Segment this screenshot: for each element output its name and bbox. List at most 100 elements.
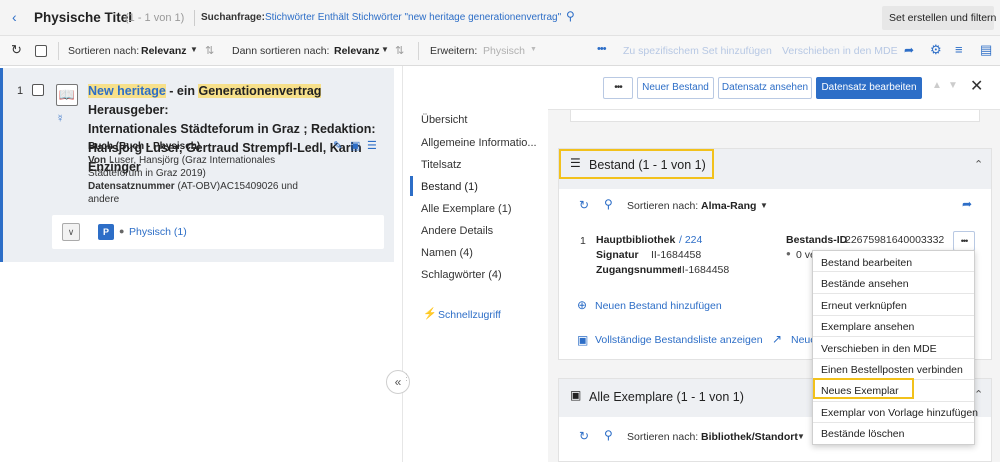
menu-item-edit-holding[interactable]: Bestand bearbeiten — [821, 257, 912, 269]
bestand-export-icon[interactable]: ➦ — [962, 197, 972, 211]
holding-library: Hauptbibliothek — [596, 234, 676, 246]
exemplare-title: Alle Exemplare (1 - 1 von 1) — [589, 390, 744, 404]
then-sort-chevron-icon: ▼ — [381, 45, 389, 54]
menu-item-relink[interactable]: Erneut verknüpfen — [821, 300, 907, 312]
close-icon[interactable]: ✕ — [970, 76, 983, 96]
title-highlight-1[interactable]: New heritage — [88, 84, 166, 98]
bestand-search-icon[interactable]: ⚲ — [604, 197, 613, 211]
nav-item-titelsatz[interactable]: Titelsatz — [421, 159, 462, 171]
more-options-button[interactable]: ••• — [603, 77, 633, 99]
select-all-checkbox[interactable] — [35, 45, 47, 57]
query-label: Suchanfrage: — [201, 12, 265, 23]
query-text[interactable]: Stichwörter Enthält Stichwörter "new her… — [265, 12, 561, 23]
gear-icon[interactable]: ⚙ — [930, 42, 942, 58]
nav-item-namen[interactable]: Namen (4) — [421, 247, 473, 259]
bestand-collapse-icon[interactable]: ⌃ — [974, 158, 983, 171]
more-actions-icon[interactable]: ••• — [597, 43, 607, 55]
quick-access-link[interactable]: Schnellzugriff — [438, 309, 501, 321]
nav-item-general-info[interactable]: Allgemeine Informatio... — [421, 137, 537, 149]
back-arrow-icon[interactable]: ‹ — [12, 9, 17, 25]
status-dot-icon: ● — [786, 249, 791, 258]
signatur-value: II-1684458 — [651, 249, 702, 261]
creator-line-2: Städteforum in Graz 2019) — [88, 168, 206, 179]
exemplare-collapse-icon[interactable]: ⌃ — [974, 388, 983, 401]
menu-separator — [813, 315, 974, 316]
toolbar-divider — [58, 42, 59, 60]
add-holding-link[interactable]: Neuen Bestand hinzufügen — [595, 300, 722, 312]
external-link-icon: ↗ — [772, 332, 783, 346]
translate-icon[interactable]: ✎ — [333, 139, 342, 152]
then-sort-select[interactable]: Relevanz — [334, 45, 380, 57]
menu-separator — [813, 293, 974, 294]
menu-separator — [813, 401, 974, 402]
expand-chevron-icon[interactable]: ∨ — [62, 223, 80, 241]
exemplare-sort-select[interactable]: Bibliothek/Standort — [701, 431, 798, 443]
material-type: Buch (Buch - Physisch) — [88, 141, 201, 152]
list-view-icon[interactable]: ≡ — [955, 42, 963, 57]
lightning-icon: ⚡ — [423, 308, 437, 320]
menu-separator — [813, 358, 974, 359]
holding-row-number: 1 — [580, 235, 586, 247]
creator-value: Luser, Hansjörg (Graz Internationales — [108, 155, 276, 166]
exemplare-search-icon[interactable]: ⚲ — [604, 428, 613, 442]
holding-row-menu-button[interactable]: ••• — [953, 231, 975, 251]
menu-item-link-po-line[interactable]: Einen Bestellposten verbinden — [821, 364, 963, 376]
export-icon[interactable]: ➦ — [904, 43, 914, 57]
menu-item-move-mde[interactable]: Verschieben in den MDE — [821, 343, 937, 355]
menu-item-view-holdings[interactable]: Bestände ansehen — [821, 278, 909, 290]
holdings-icon[interactable]: ☰ — [367, 139, 377, 152]
sort-select[interactable]: Relevanz — [141, 45, 187, 57]
header-divider — [194, 10, 195, 26]
availability-dot-icon: ● — [119, 226, 125, 236]
pane-divider — [402, 66, 403, 462]
then-sort-direction-icon[interactable]: ⇅ — [395, 44, 404, 57]
menu-separator — [813, 336, 974, 337]
edit-query-icon[interactable]: ⚲ — [566, 9, 575, 23]
table-view-icon[interactable]: ▤ — [980, 42, 992, 58]
add-circle-icon: ⊕ — [577, 298, 588, 312]
bestand-refresh-icon[interactable]: ↻ — [579, 198, 589, 212]
nav-down-icon[interactable]: ▼ — [948, 80, 958, 91]
expand-select[interactable]: Physisch — [483, 45, 525, 57]
record-line-2: andere — [88, 194, 120, 205]
nav-item-schlagwoerter[interactable]: Schlagwörter (4) — [421, 269, 502, 281]
menu-item-view-items[interactable]: Exemplare ansehen — [821, 321, 914, 333]
refresh-icon[interactable]: ↻ — [11, 42, 22, 58]
expand-label: Erweitern: — [430, 45, 478, 57]
creator-block: Von Luser, Hansjörg (Graz Internationale… — [88, 154, 318, 206]
bestands-id-label: Bestands-ID — [786, 234, 848, 246]
physical-link[interactable]: Physisch (1) — [129, 226, 187, 238]
exemplare-refresh-icon[interactable]: ↻ — [579, 429, 589, 443]
sort-direction-icon[interactable]: ⇅ — [205, 44, 214, 57]
menu-item-add-from-template[interactable]: Exemplar von Vorlage hinzufügen — [821, 407, 978, 419]
add-to-set-button[interactable]: Zu spezifischem Set hinzufügen — [623, 45, 772, 57]
nav-item-alle-exemplare[interactable]: Alle Exemplare (1) — [421, 203, 511, 215]
nav-item-overview[interactable]: Übersicht — [421, 114, 467, 126]
set-create-label: Set erstellen und filtern — [889, 12, 997, 24]
nav-item-bestand[interactable]: Bestand (1) — [421, 181, 478, 193]
full-list-link[interactable]: Vollständige Bestandsliste anzeigen — [595, 334, 763, 346]
holding-library-code[interactable]: / 224 — [679, 234, 702, 246]
result-checkbox[interactable] — [32, 84, 44, 96]
expand-chevron-icon: ▼ — [530, 46, 537, 53]
nav-up-icon[interactable]: ▲ — [932, 80, 942, 91]
zugang-value: II-1684458 — [679, 264, 730, 276]
menu-item-delete-holdings[interactable]: Bestände löschen — [821, 428, 904, 440]
new-holding-button[interactable]: Neuer Bestand — [637, 77, 714, 99]
sort-label: Sortieren nach: — [68, 45, 140, 57]
creator-label: Von — [88, 155, 107, 166]
bestand-sort-select[interactable]: Alma-Rang — [701, 200, 756, 212]
title-text-4: Herausgeber: — [88, 103, 169, 117]
full-list-icon: ▣ — [577, 333, 589, 347]
physical-badge: P — [98, 224, 114, 240]
edit-record-button[interactable]: Datensatz bearbeiten — [816, 77, 922, 99]
record-action-icon[interactable]: ▣ — [350, 139, 360, 152]
result-number: 1 — [17, 85, 24, 97]
move-mde-button[interactable]: Verschieben in den MDE — [782, 45, 898, 57]
then-sort-label: Dann sortieren nach: — [232, 45, 330, 57]
view-record-button[interactable]: Datensatz ansehen — [718, 77, 812, 99]
drag-handle-icon[interactable]: ⋮ — [402, 372, 411, 383]
nav-item-andere-details[interactable]: Andere Details — [421, 225, 493, 237]
hierarchy-icon[interactable]: ☿ — [56, 113, 64, 125]
exemplare-sort-chevron-icon: ▼ — [797, 432, 805, 441]
